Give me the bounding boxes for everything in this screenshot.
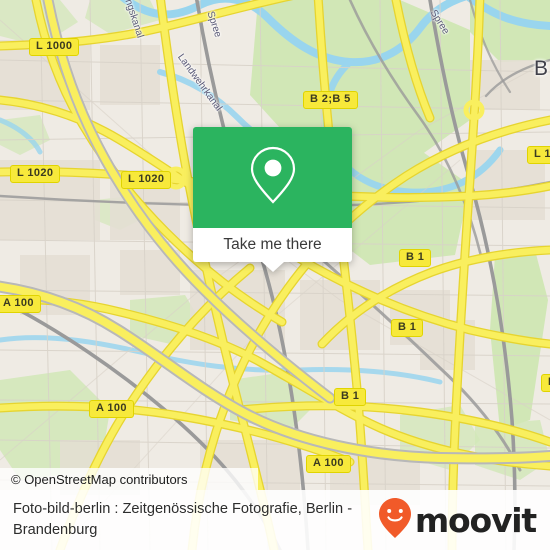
road-shield: L 1020	[10, 165, 61, 183]
take-me-there-button[interactable]: Take me there	[193, 228, 352, 262]
screenshot-root: L 1000 L 1020 L 1020 B 2;B 5 L 10 B 1 B …	[0, 0, 550, 550]
callout-green-panel	[193, 127, 352, 228]
road-shield: B 2;B 5	[303, 91, 358, 109]
map-pin-icon	[247, 144, 299, 211]
road-shield: L 10	[527, 146, 550, 164]
moovit-smiling-pin-icon	[378, 497, 412, 544]
road-shield: A 100	[89, 400, 134, 418]
place-title: Foto-bild-berlin : Zeitgenössische Fotog…	[13, 501, 353, 538]
road-shield: L 1020	[121, 171, 172, 189]
road-shield: B 1	[391, 319, 424, 337]
road-shield: B 1	[334, 388, 367, 406]
road-shield: L 1000	[29, 38, 80, 56]
city-label-berlin: B	[534, 57, 549, 80]
road-shield: B	[541, 374, 550, 392]
road-shield: A 100	[306, 455, 351, 473]
road-shield: B 1	[399, 249, 432, 267]
callout-pointer-tail	[261, 262, 284, 272]
osm-attribution[interactable]: © OpenStreetMap contributors	[0, 468, 258, 490]
footer-bar: Foto-bild-berlin : Zeitgenössische Fotog…	[0, 490, 550, 550]
destination-callout[interactable]: Take me there	[193, 127, 352, 272]
moovit-wordmark: moovit	[414, 500, 537, 540]
moovit-logo[interactable]: moovit	[378, 497, 537, 544]
road-shield: A 100	[0, 295, 41, 313]
